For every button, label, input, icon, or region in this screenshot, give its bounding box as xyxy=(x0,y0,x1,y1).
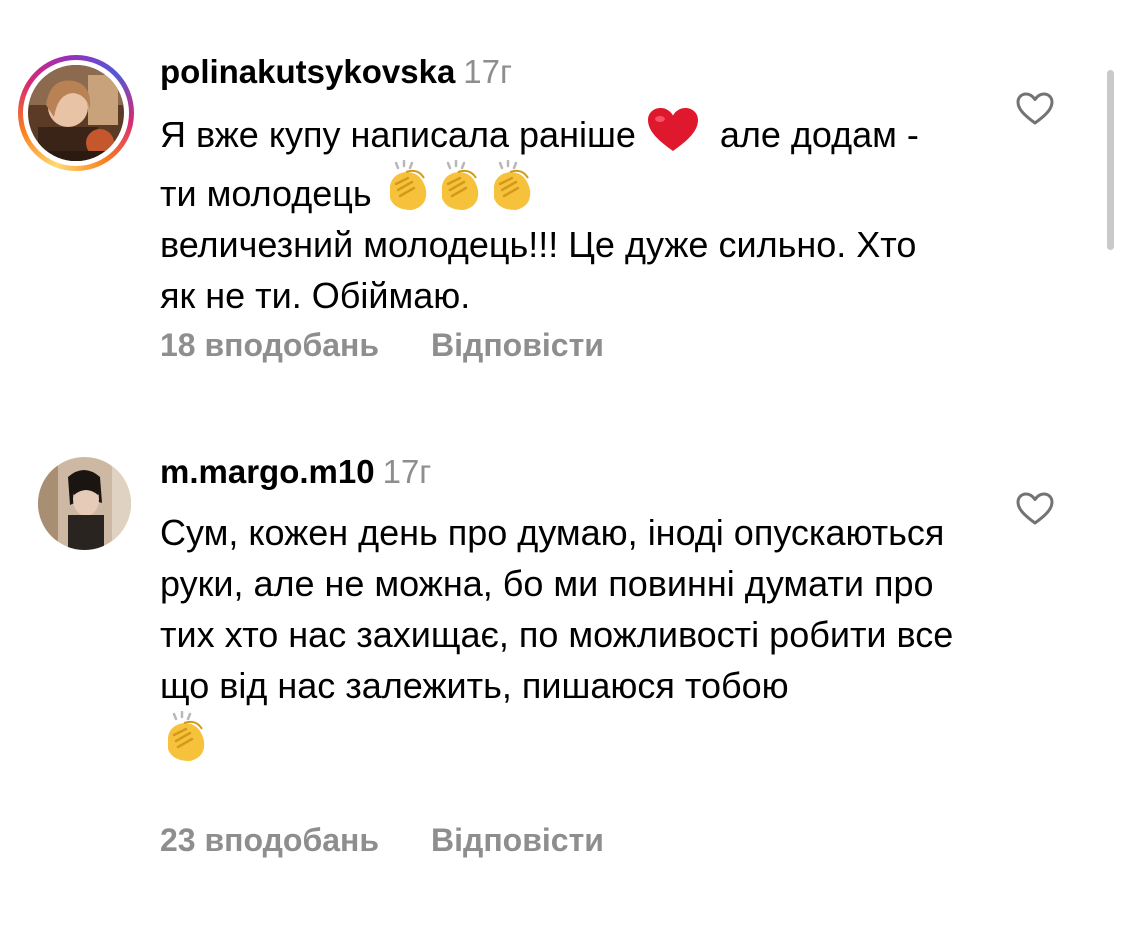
timestamp: 17г xyxy=(463,53,513,90)
username[interactable]: m.margo.m10 xyxy=(160,453,375,490)
likes-count[interactable]: 18 вподобань xyxy=(160,327,379,363)
like-heart-icon[interactable] xyxy=(1016,92,1054,126)
avatar-story-ring[interactable] xyxy=(18,55,134,171)
clapping-hands-emoji xyxy=(160,711,212,763)
reply-button[interactable]: Відповісти xyxy=(431,327,604,363)
clapping-hands-emoji xyxy=(382,160,434,212)
avatar[interactable] xyxy=(28,65,124,161)
timestamp: 17г xyxy=(382,453,432,490)
avatar-photo xyxy=(28,65,124,161)
username[interactable]: polinakutsykovska xyxy=(160,53,455,90)
likes-count[interactable]: 23 вподобань xyxy=(160,822,379,858)
clapping-hands-emoji xyxy=(486,160,538,212)
comment-item: polinakutsykovska 17г Я вже купу написала… xyxy=(0,0,1125,400)
reply-button[interactable]: Відповісти xyxy=(431,822,604,858)
avatar-photo xyxy=(38,457,131,550)
comment-header: m.margo.m10 17г xyxy=(160,452,431,492)
comment-meta: 23 вподобань Відповісти xyxy=(160,820,604,860)
comment-meta: 18 вподобань Відповісти xyxy=(160,325,604,365)
comment-text-part: величезний молодець!!! Це дуже сильно. Х… xyxy=(160,224,927,316)
scrollbar[interactable] xyxy=(1107,70,1114,250)
comment-text: Сум, кожен день про думаю, іноді опускаю… xyxy=(160,507,960,770)
avatar[interactable] xyxy=(38,457,131,550)
clapping-hands-emoji xyxy=(434,160,486,212)
like-heart-icon[interactable] xyxy=(1016,492,1054,526)
comment-header: polinakutsykovska 17г xyxy=(160,52,512,92)
comment-text: Я вже купу написала раніше але додам - т… xyxy=(160,107,920,321)
red-heart-emoji xyxy=(646,107,700,153)
comment-text-part: Сум, кожен день про думаю, іноді опускаю… xyxy=(160,512,964,706)
comment-text-part: Я вже купу написала раніше xyxy=(160,114,646,155)
